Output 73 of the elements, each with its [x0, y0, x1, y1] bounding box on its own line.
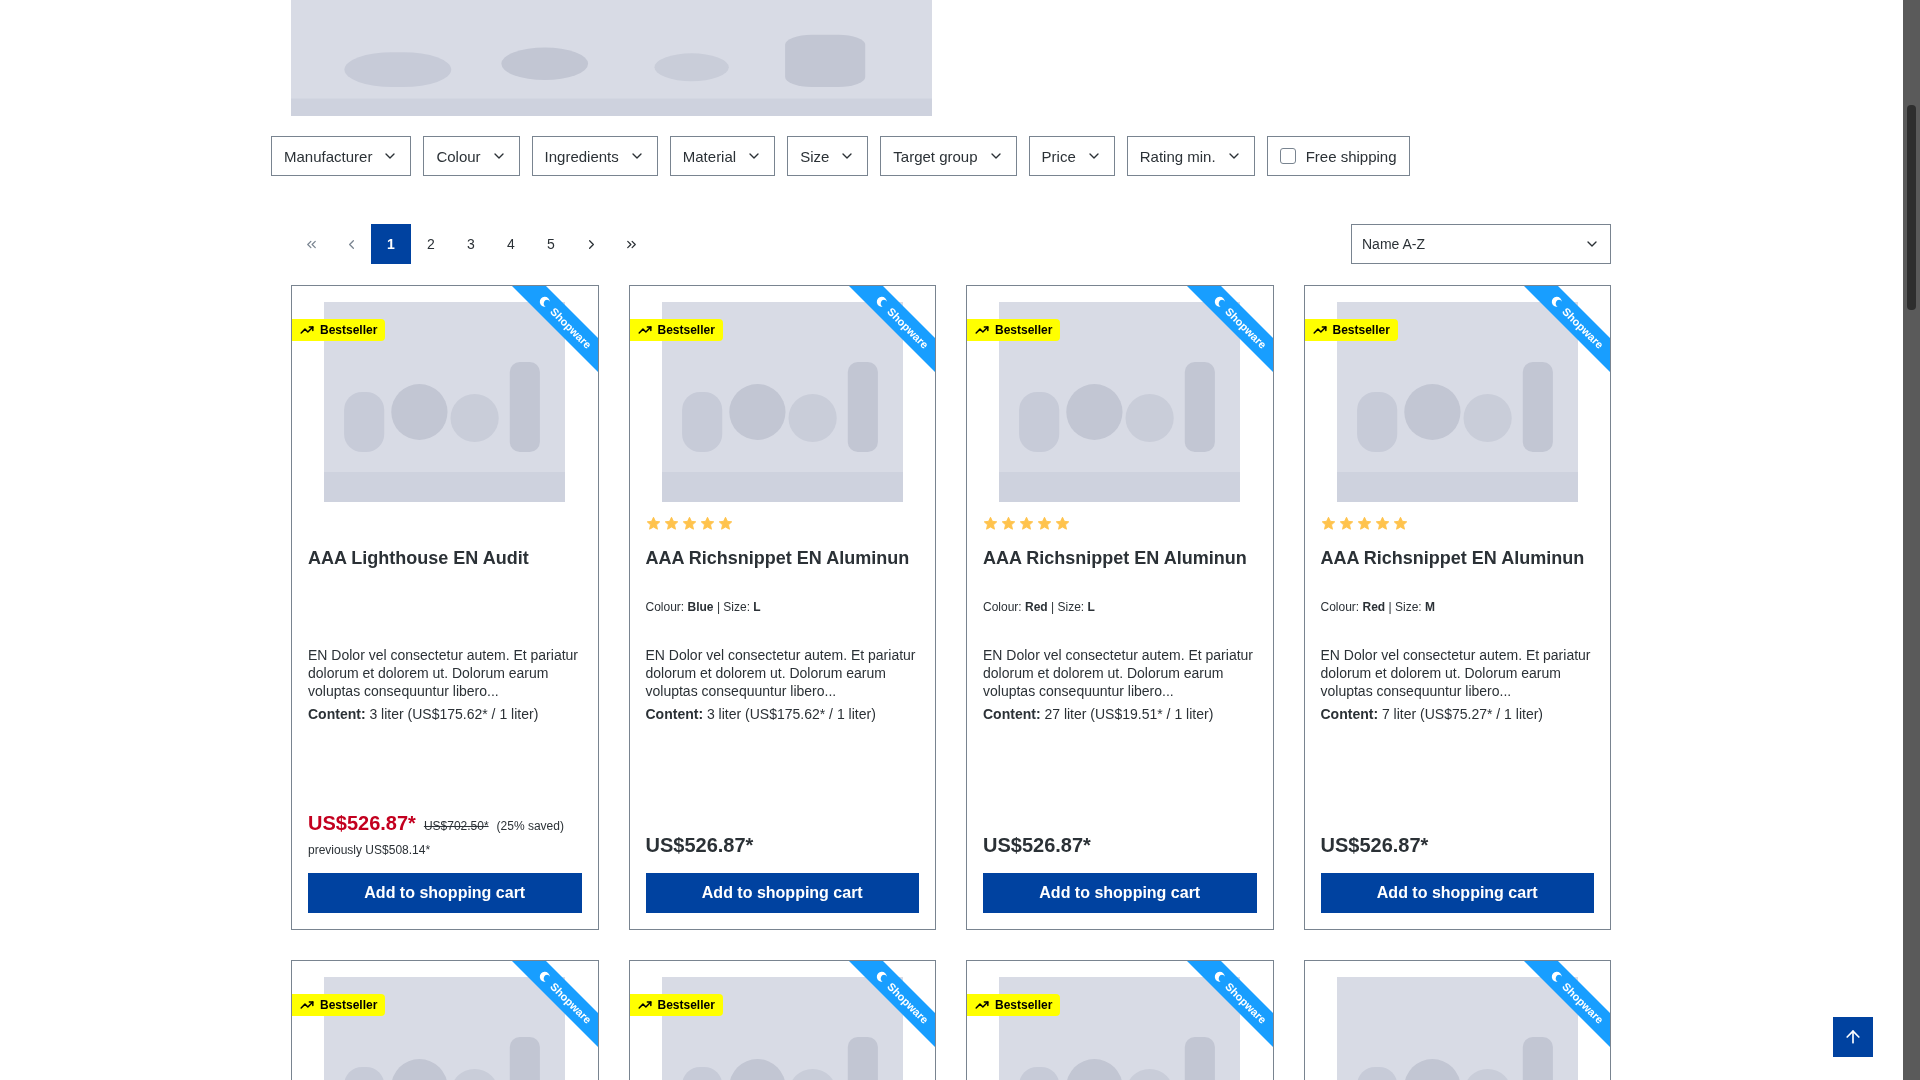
- scrollbar[interactable]: [1903, 0, 1920, 1080]
- product-description: EN Dolor vel consectetur autem. Et pariatur dolorum et dolorem ut. Dolorum earum voluptas consequuntur libero...: [1320, 646, 1592, 700]
- scroll-to-top-button[interactable]: [1833, 1017, 1873, 1057]
- product-price: US$526.87*: [983, 834, 1091, 857]
- filter-checkbox[interactable]: Free shipping: [1266, 136, 1410, 176]
- badge-label: Bestseller: [1332, 323, 1390, 337]
- saved-percent: (25% saved): [496, 819, 564, 833]
- add-to-cart-button[interactable]: Add to shopping cart: [308, 873, 582, 913]
- trend-up-icon: [300, 998, 314, 1012]
- badge-label: Bestseller: [320, 323, 378, 337]
- product-title[interactable]: AAA Richsnippet EN Aluminun: [645, 548, 919, 600]
- star-icon: [681, 516, 697, 531]
- page-button[interactable]: 4: [491, 224, 531, 264]
- product-description: EN Dolor vel consectetur autem. Et pariatur dolorum et dolorem ut. Dolorum earum voluptas consequuntur libero...: [983, 646, 1254, 700]
- trend-up-icon: [637, 323, 652, 337]
- star-icon: [663, 516, 679, 531]
- filter-dropdown[interactable]: Ingredients: [531, 136, 658, 176]
- checkbox[interactable]: [1279, 148, 1296, 164]
- star-icon: [699, 516, 715, 531]
- trend-up-icon: [637, 998, 652, 1012]
- filter-dropdown[interactable]: Manufacturer: [271, 136, 412, 176]
- star-icon: [1055, 516, 1070, 531]
- product-description: EN Dolor vel consectetur autem. Et pariatur dolorum et dolorem ut. Dolorum earum voluptas consequuntur libero...: [308, 646, 579, 700]
- star-icon: [1374, 516, 1390, 531]
- badge-label: Bestseller: [320, 998, 378, 1012]
- content-info: Content: 7 liter (US$75.27* / 1 liter): [1320, 706, 1544, 722]
- page-button[interactable]: 2: [411, 224, 451, 264]
- add-to-cart-button[interactable]: Add to shopping cart: [983, 873, 1257, 913]
- star-icon: [1392, 516, 1408, 531]
- page-button[interactable]: 5: [531, 224, 571, 264]
- star-icon: [645, 516, 661, 531]
- star-icon: [983, 516, 998, 531]
- sort-select[interactable]: Name A-Z: [1351, 224, 1611, 264]
- list-price: US$702.50*: [423, 819, 489, 833]
- page-button[interactable]: 1: [371, 224, 411, 264]
- badge-label: Bestseller: [995, 998, 1053, 1012]
- filter-dropdown[interactable]: Material: [669, 136, 776, 176]
- star-icon: [1320, 516, 1336, 531]
- filter-dropdown[interactable]: Size: [787, 136, 869, 176]
- product-title[interactable]: AAA Richsnippet EN Aluminun: [1320, 548, 1594, 600]
- badge-label: Bestseller: [657, 998, 715, 1012]
- variant-info: Colour: Red | Size: L: [983, 600, 1095, 614]
- product-price: US$526.87*: [645, 834, 754, 857]
- page-button[interactable]: 3: [451, 224, 491, 264]
- filter-dropdown[interactable]: Price: [1028, 136, 1115, 176]
- filter-dropdown[interactable]: Colour: [423, 136, 520, 176]
- product-title[interactable]: AAA Richsnippet EN Aluminun: [983, 548, 1257, 600]
- content-info: Content: 3 liter (US$175.62* / 1 liter): [308, 706, 540, 722]
- star-icon: [1037, 516, 1052, 531]
- trend-up-icon: [1312, 323, 1327, 337]
- star-icon: [1338, 516, 1354, 531]
- product-title[interactable]: AAA Lighthouse EN Audit: [308, 548, 582, 600]
- badge-label: Bestseller: [995, 323, 1053, 337]
- content-info: Content: 27 liter (US$19.51* / 1 liter): [983, 706, 1215, 722]
- star-icon: [1356, 516, 1372, 531]
- product-price: US$526.87*: [308, 812, 416, 835]
- star-icon: [1019, 516, 1034, 531]
- badge-label: Bestseller: [657, 323, 715, 337]
- add-to-cart-button[interactable]: Add to shopping cart: [645, 873, 919, 913]
- trend-up-icon: [975, 323, 989, 337]
- variant-info: Colour: Blue | Size: L: [645, 600, 761, 614]
- previous-price: previously US$508.14*: [308, 843, 432, 857]
- filter-dropdown[interactable]: Rating min.: [1126, 136, 1255, 176]
- variant-info: Colour: Red | Size: M: [1320, 600, 1435, 614]
- filter-dropdown[interactable]: Target group: [880, 136, 1017, 176]
- star-icon: [717, 516, 733, 531]
- add-to-cart-button[interactable]: Add to shopping cart: [1320, 873, 1594, 913]
- content-info: Content: 3 liter (US$175.62* / 1 liter): [645, 706, 877, 722]
- trend-up-icon: [975, 998, 989, 1012]
- product-description: EN Dolor vel consectetur autem. Et pariatur dolorum et dolorem ut. Dolorum earum voluptas consequuntur libero...: [645, 646, 917, 700]
- star-icon: [1001, 516, 1016, 531]
- product-price: US$526.87*: [1320, 834, 1429, 857]
- trend-up-icon: [300, 323, 314, 337]
